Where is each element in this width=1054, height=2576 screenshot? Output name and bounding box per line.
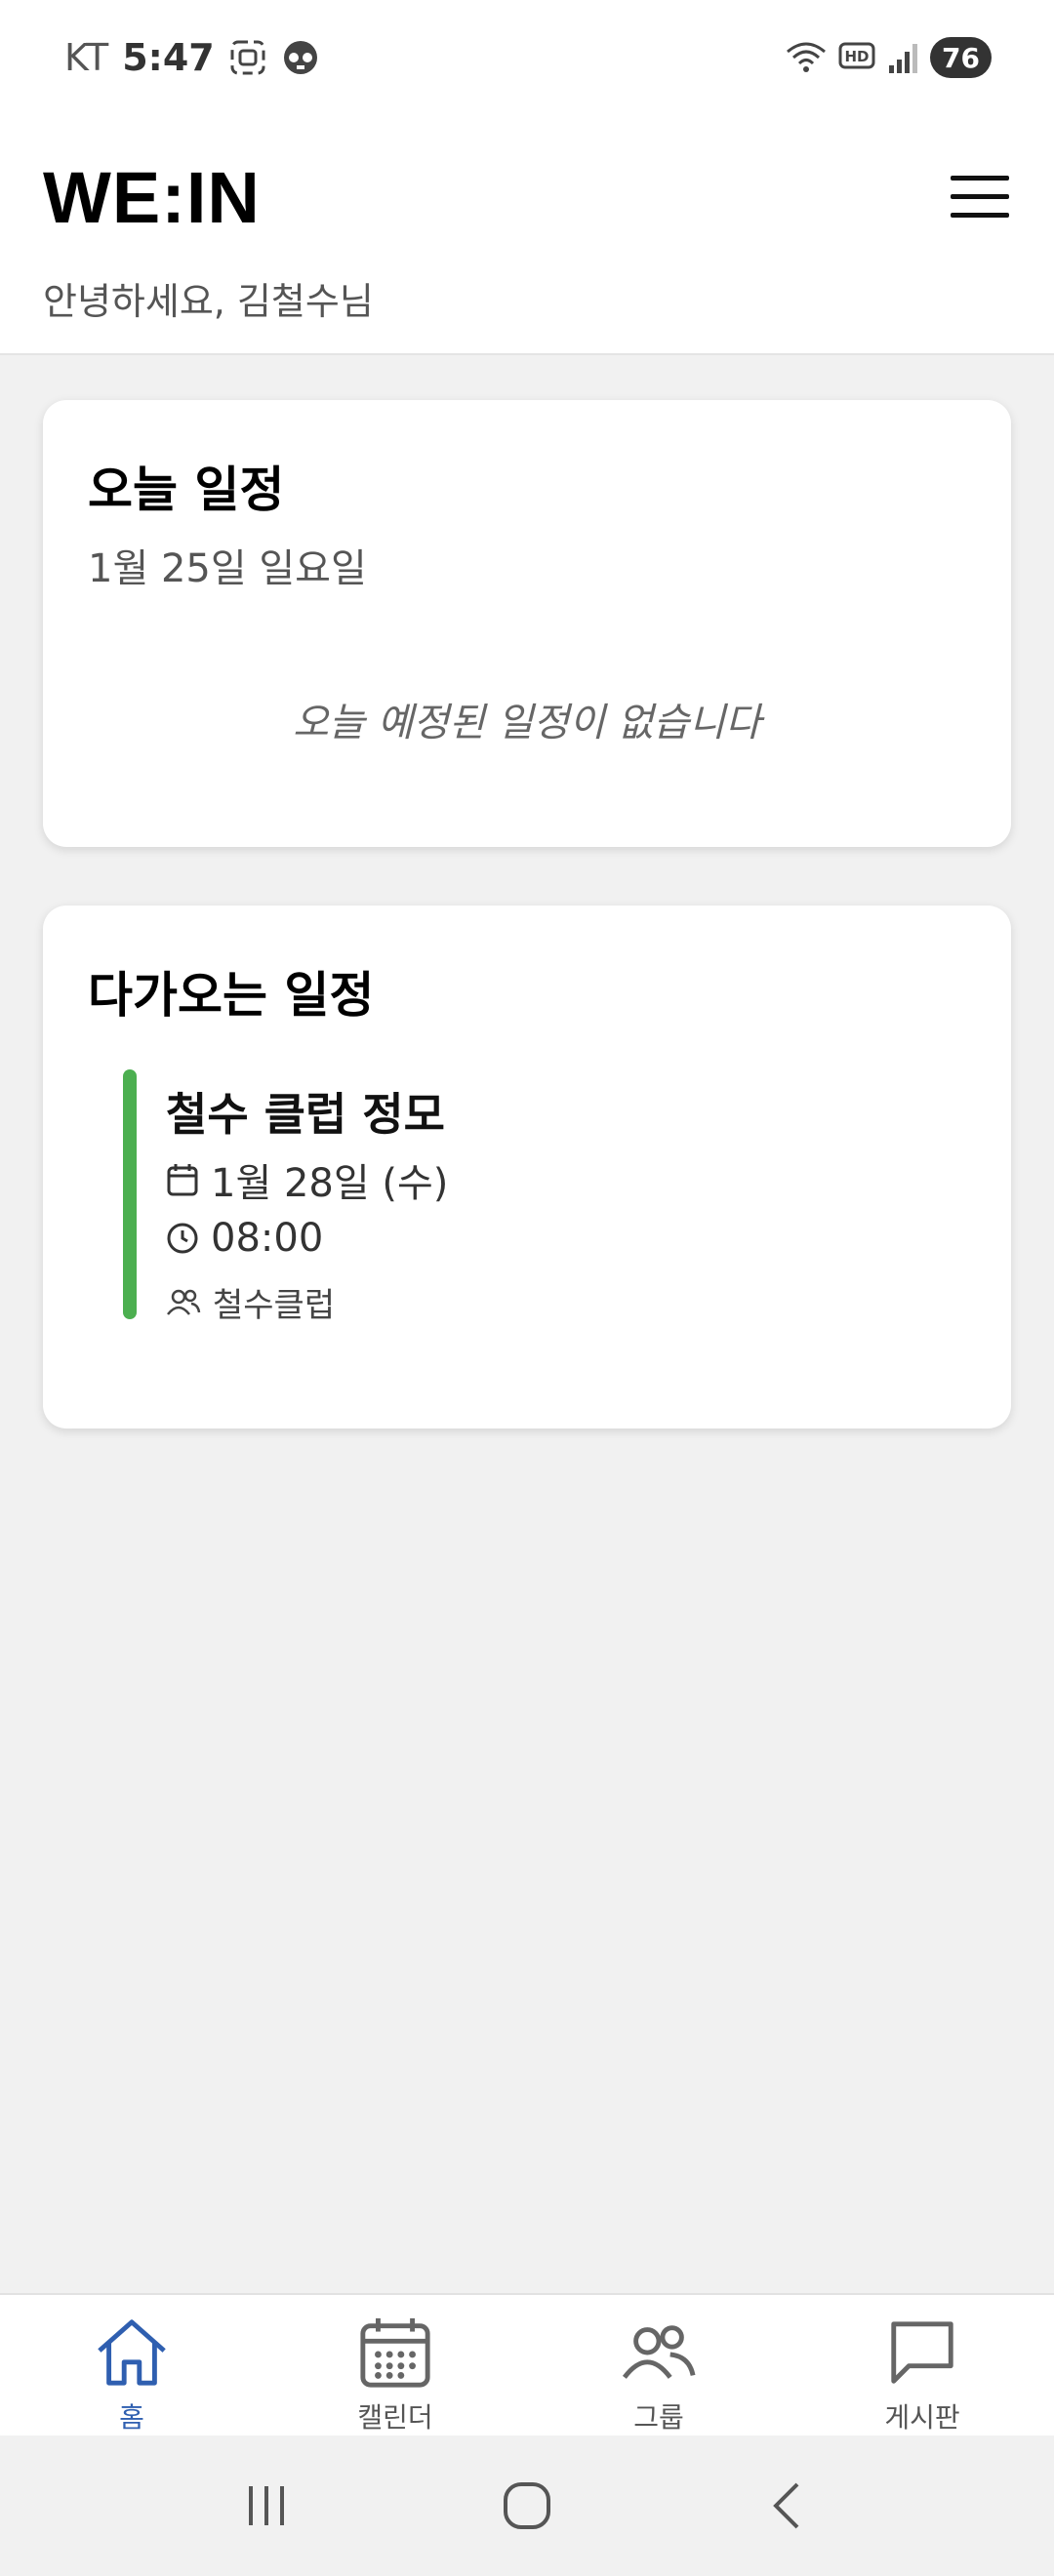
event-time: 08:00 bbox=[211, 1216, 324, 1261]
nav-home-label: 홈 bbox=[119, 2401, 144, 2434]
today-schedule-card: 오늘 일정 1월 25일 일요일 오늘 예정된 일정이 없습니다 bbox=[43, 400, 1011, 847]
event-title: 철수 클럽 정모 bbox=[166, 1088, 445, 1141]
upcoming-title: 다가오는 일정 bbox=[88, 967, 375, 1024]
svg-text:HD: HD bbox=[845, 48, 870, 65]
event-date: 1월 28일 (수) bbox=[211, 1161, 449, 1206]
skull-icon bbox=[283, 41, 317, 74]
recent-apps-icon[interactable] bbox=[237, 2476, 296, 2535]
system-nav-bar bbox=[0, 2435, 1054, 2576]
home-button-icon[interactable] bbox=[498, 2476, 556, 2535]
nav-groups-label: 그룹 bbox=[633, 2401, 684, 2434]
nav-board-label: 게시판 bbox=[884, 2401, 960, 2434]
brand-logo: WE:IN bbox=[43, 157, 261, 238]
users-icon bbox=[622, 2325, 696, 2379]
status-right: HD 76 bbox=[784, 33, 992, 82]
calendar-icon bbox=[360, 2317, 430, 2388]
menu-button[interactable] bbox=[949, 166, 1011, 228]
status-left: KT 5:47 bbox=[64, 33, 320, 82]
nav-calendar-label: 캘린더 bbox=[357, 2401, 433, 2434]
today-title: 오늘 일정 bbox=[88, 462, 285, 518]
users-icon bbox=[167, 1289, 201, 1315]
hd-call-icon: HD bbox=[838, 42, 875, 69]
nav-calendar[interactable]: 캘린더 bbox=[264, 2295, 527, 2435]
today-date: 1월 25일 일요일 bbox=[88, 546, 367, 591]
message-icon bbox=[891, 2321, 953, 2384]
bottom-nav: 홈 캘린더 그룹 게시판 bbox=[0, 2293, 1054, 2435]
event-group-row: 철수클럽 bbox=[166, 1278, 335, 1326]
signal-icon bbox=[889, 44, 918, 73]
app-header: WE:IN 안녕하세요, 김철수님 bbox=[0, 107, 1054, 355]
clock: 5:47 bbox=[122, 36, 215, 79]
battery-indicator: 76 bbox=[930, 37, 992, 78]
nav-home[interactable]: 홈 bbox=[0, 2295, 264, 2435]
status-bar: KT 5:47 HD 76 bbox=[0, 0, 1054, 107]
empty-schedule-message: 오늘 예정된 일정이 없습니다 bbox=[293, 701, 761, 745]
wifi-icon bbox=[787, 42, 826, 72]
event-color-bar bbox=[123, 1069, 137, 1319]
home-icon bbox=[98, 2319, 166, 2386]
hamburger-icon bbox=[951, 176, 1009, 218]
event-group: 철수클럽 bbox=[213, 1286, 336, 1325]
nav-board[interactable]: 게시판 bbox=[790, 2295, 1054, 2435]
event-time-row: 08:00 bbox=[166, 1216, 323, 1261]
back-icon[interactable] bbox=[758, 2476, 817, 2535]
upcoming-schedule-card: 다가오는 일정 철수 클럽 정모 1월 28일 (수) 08:00 철수클럽 bbox=[43, 906, 1011, 1429]
calendar-icon bbox=[167, 1164, 198, 1196]
nav-groups[interactable]: 그룹 bbox=[527, 2295, 790, 2435]
event-item[interactable]: 철수 클럽 정모 1월 28일 (수) 08:00 철수클럽 bbox=[123, 1069, 962, 1325]
clock-icon bbox=[167, 1223, 198, 1254]
event-date-row: 1월 28일 (수) bbox=[166, 1151, 448, 1208]
screenshot-icon bbox=[230, 40, 265, 75]
greeting-text: 안녕하세요, 김철수님 bbox=[43, 280, 374, 323]
carrier-label: KT bbox=[64, 36, 109, 79]
